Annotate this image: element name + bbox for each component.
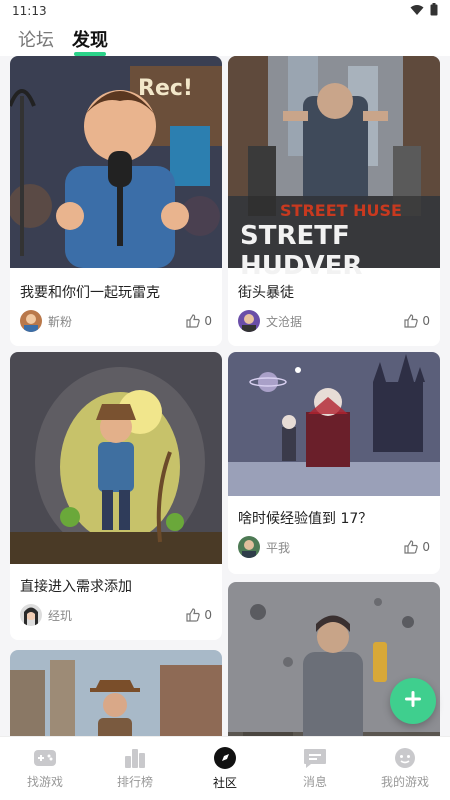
nav-find-games[interactable]: 找游戏 — [0, 737, 90, 800]
author-name: 平我 — [266, 540, 291, 555]
discover-feed[interactable]: Rec! 我要和你们一起玩雷克 靳粉 0 STREET HUSE STRETF … — [0, 56, 450, 736]
post-thumbnail — [10, 650, 222, 736]
post-thumbnail: STREET HUSE STRETF HUDVER — [228, 56, 440, 281]
ranking-icon — [123, 747, 147, 769]
post-title: 我要和你们一起玩雷克 — [20, 285, 160, 301]
author-name: 经玑 — [48, 608, 73, 623]
avatar — [238, 536, 260, 558]
nav-label: 消息 — [302, 775, 327, 789]
thumbs-up-icon — [186, 314, 201, 328]
post-card[interactable]: 啥时候经验值到 17？ 平我 0 — [228, 352, 440, 574]
gamepad-icon — [33, 747, 57, 769]
avatar — [20, 604, 42, 626]
post-author[interactable]: 平我 — [238, 536, 290, 558]
post-title: 啥时候经验值到 17？ — [238, 511, 373, 527]
like-button[interactable]: 0 — [404, 540, 430, 554]
thumbs-up-icon — [404, 540, 419, 554]
like-button[interactable]: 0 — [404, 314, 430, 328]
status-time: 11:13 — [12, 4, 47, 18]
post-meta: 平我 0 — [238, 536, 430, 558]
bottom-nav: 找游戏 排行榜 社区 消息 我的游戏 — [0, 736, 450, 800]
nav-label: 找游戏 — [26, 775, 63, 789]
wifi-icon — [410, 4, 424, 19]
like-count: 0 — [422, 314, 430, 328]
thumbs-up-icon — [186, 608, 201, 622]
like-count: 0 — [204, 608, 212, 622]
post-author[interactable]: 经玑 — [20, 604, 72, 626]
post-thumbnail: Rec! — [10, 56, 222, 268]
like-count: 0 — [422, 540, 430, 554]
author-name: 文沧据 — [266, 314, 303, 329]
post-thumbnail — [10, 352, 222, 564]
post-author[interactable]: 靳粉 — [20, 310, 72, 332]
like-button[interactable]: 0 — [186, 314, 212, 328]
post-card[interactable]: STREET HUSE STRETF HUDVER 街头暴徒 文沧据 0 — [228, 56, 440, 346]
status-bar: 11:13 — [0, 0, 450, 22]
thumbs-up-icon — [404, 314, 419, 328]
post-meta: 经玑 0 — [20, 604, 212, 626]
battery-icon — [430, 3, 438, 19]
post-card[interactable] — [10, 650, 222, 736]
thumbnail-text-bottom: STRETF HUDVER — [240, 221, 363, 281]
thumbnail-sign-text: Rec! — [138, 76, 193, 101]
like-count: 0 — [204, 314, 212, 328]
avatar — [20, 310, 42, 332]
post-card[interactable]: 直接进入需求添加 经玑 0 — [10, 352, 222, 640]
thumbnail-text-top: STREET HUSE — [280, 201, 402, 220]
post-meta: 靳粉 0 — [20, 310, 212, 332]
nav-label: 排行榜 — [116, 775, 153, 789]
compass-icon — [213, 746, 237, 770]
nav-community[interactable]: 社区 — [180, 737, 270, 800]
avatar — [238, 310, 260, 332]
profile-game-icon — [393, 747, 417, 769]
nav-label: 社区 — [212, 776, 237, 790]
tab-forum[interactable]: 论坛 — [18, 26, 54, 56]
post-title: 直接进入需求添加 — [20, 579, 132, 595]
post-card[interactable]: Rec! 我要和你们一起玩雷克 靳粉 0 — [10, 56, 222, 346]
nav-ranking[interactable]: 排行榜 — [90, 737, 180, 800]
post-meta: 文沧据 0 — [238, 310, 430, 332]
post-thumbnail — [228, 352, 440, 496]
nav-my-games[interactable]: 我的游戏 — [360, 737, 450, 800]
nav-label: 我的游戏 — [380, 775, 429, 789]
author-name: 靳粉 — [48, 314, 73, 329]
top-tab-bar: 论坛 发现 — [0, 22, 450, 56]
message-icon — [303, 747, 327, 769]
post-title: 街头暴徒 — [238, 285, 294, 301]
status-icons — [410, 3, 438, 19]
tab-discover[interactable]: 发现 — [72, 26, 108, 56]
nav-messages[interactable]: 消息 — [270, 737, 360, 800]
plus-icon — [403, 689, 423, 713]
like-button[interactable]: 0 — [186, 608, 212, 622]
post-author[interactable]: 文沧据 — [238, 310, 302, 332]
create-post-button[interactable] — [390, 678, 436, 724]
